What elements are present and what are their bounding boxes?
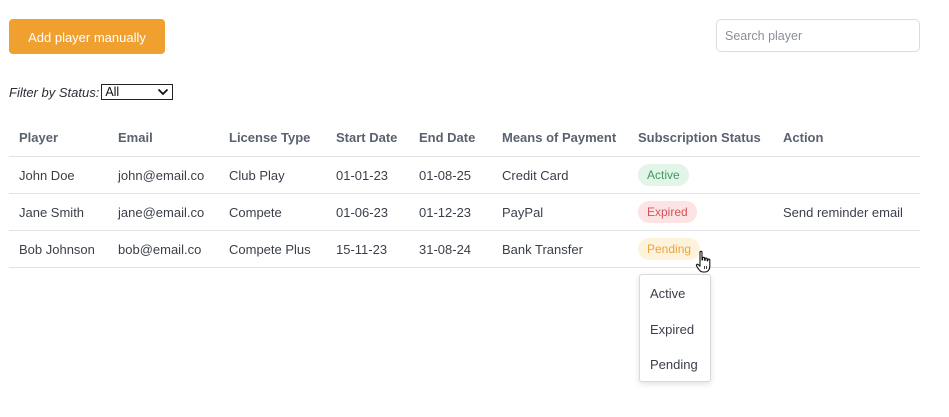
status-dropdown-menu: Active Expired Pending <box>639 274 711 382</box>
column-header-license-type: License Type <box>219 119 326 157</box>
column-header-player: Player <box>9 119 108 157</box>
status-badge[interactable]: Active <box>638 164 689 186</box>
column-header-subscription-status: Subscription Status <box>628 119 773 157</box>
column-header-email: Email <box>108 119 219 157</box>
end-date: 01-08-25 <box>409 156 492 194</box>
start-date: 01-06-23 <box>326 193 409 231</box>
status-badge[interactable]: Pending <box>638 238 701 260</box>
status-option-expired[interactable]: Expired <box>640 311 710 347</box>
license-type: Compete Plus <box>219 230 326 268</box>
player-name: Jane Smith <box>9 193 108 231</box>
table-header-row: Player Email License Type Start Date End… <box>9 119 920 157</box>
player-email: bob@email.co <box>108 230 219 268</box>
status-option-pending[interactable]: Pending <box>640 346 710 382</box>
column-header-payment: Means of Payment <box>492 119 628 157</box>
player-management-page: Add player manually Filter by Status: Al… <box>0 0 949 417</box>
search-input[interactable] <box>716 19 920 52</box>
player-email: john@email.co <box>108 156 219 194</box>
column-header-action: Action <box>773 119 920 157</box>
status-filter: Filter by Status: All <box>9 83 174 101</box>
send-reminder-link[interactable]: Send reminder email <box>773 193 920 231</box>
table-row: Jane Smith jane@email.co Compete 01-06-2… <box>9 193 920 231</box>
player-name: Bob Johnson <box>9 230 108 268</box>
status-option-active[interactable]: Active <box>640 275 710 311</box>
status-cell: Expired <box>628 193 773 231</box>
add-player-button[interactable]: Add player manually <box>9 19 165 54</box>
license-type: Club Play <box>219 156 326 194</box>
hand-pointer-icon <box>695 250 711 273</box>
column-header-end-date: End Date <box>409 119 492 157</box>
status-cell: Active <box>628 156 773 194</box>
payment-method: PayPal <box>492 193 628 231</box>
table-row: John Doe john@email.co Club Play 01-01-2… <box>9 156 920 194</box>
status-badge[interactable]: Expired <box>638 201 697 223</box>
player-email: jane@email.co <box>108 193 219 231</box>
player-name: John Doe <box>9 156 108 194</box>
end-date: 31-08-24 <box>409 230 492 268</box>
license-type: Compete <box>219 193 326 231</box>
players-table: Player Email License Type Start Date End… <box>9 119 920 268</box>
action-cell <box>773 230 920 268</box>
filter-label: Filter by Status: <box>9 84 100 100</box>
table-row: Bob Johnson bob@email.co Compete Plus 15… <box>9 230 920 268</box>
chevron-down-icon <box>158 88 169 96</box>
action-cell <box>773 156 920 194</box>
column-header-start-date: Start Date <box>326 119 409 157</box>
payment-method: Bank Transfer <box>492 230 628 268</box>
end-date: 01-12-23 <box>409 193 492 231</box>
status-filter-select[interactable]: All <box>101 84 174 100</box>
start-date: 01-01-23 <box>326 156 409 194</box>
filter-selected-value: All <box>105 85 120 99</box>
payment-method: Credit Card <box>492 156 628 194</box>
start-date: 15-11-23 <box>326 230 409 268</box>
